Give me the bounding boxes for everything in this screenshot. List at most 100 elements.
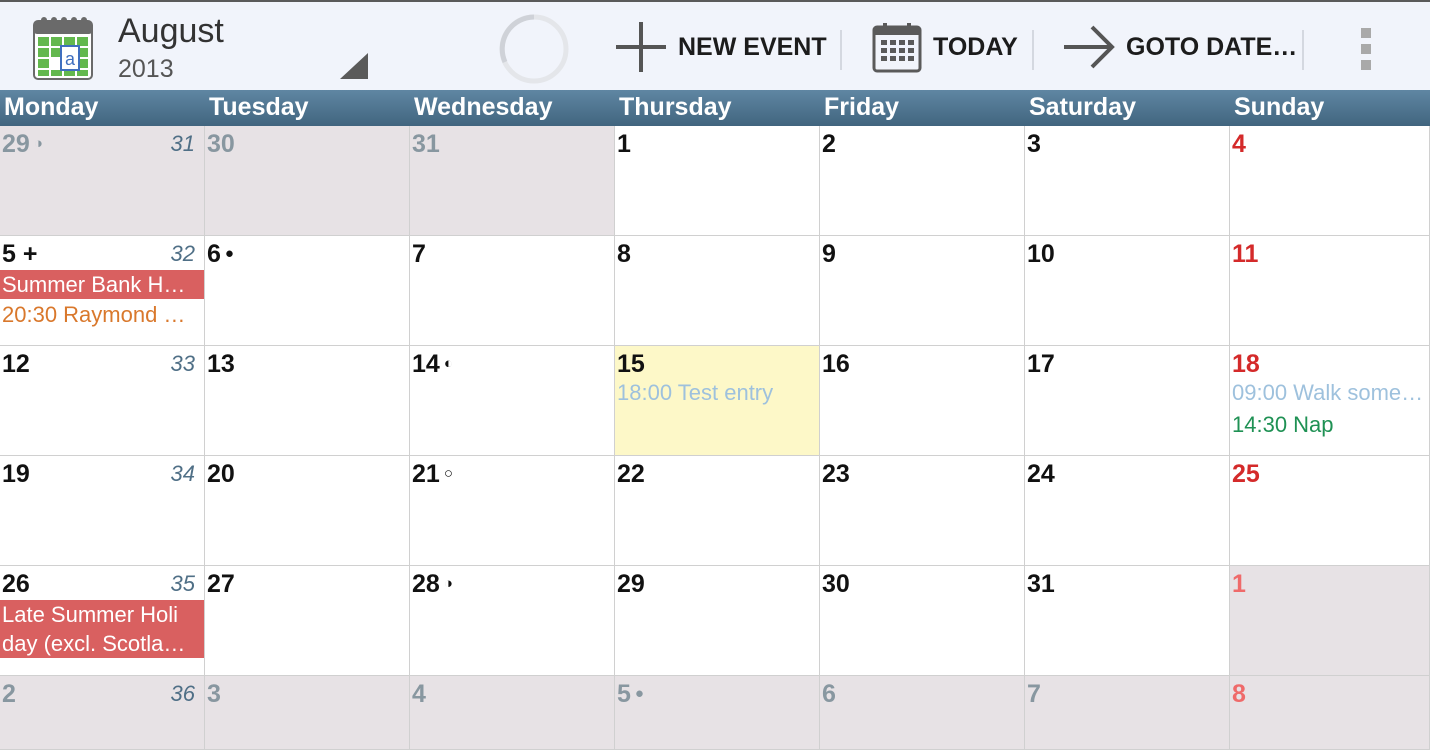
day-cell[interactable]: 8: [1230, 676, 1430, 750]
day-number: 1: [617, 130, 631, 158]
day-cell[interactable]: 25: [1230, 456, 1430, 566]
goto-date-button[interactable]: GOTO DATE…: [1062, 14, 1297, 80]
arrow-right-icon: [1064, 25, 1115, 69]
day-cell[interactable]: 23: [820, 456, 1025, 566]
holiday-event[interactable]: Late Summer Holi day (excl. Scotla…: [0, 600, 204, 658]
day-cell[interactable]: 4: [1230, 126, 1430, 236]
day-number: 6 ●: [207, 240, 234, 268]
day-number: 7: [1027, 680, 1041, 708]
day-cell[interactable]: 7: [410, 236, 615, 346]
day-number: 14 ◐: [412, 350, 453, 378]
action-bar: a August 2013 NEW EVENT TODAY GOTO DATE…: [0, 0, 1430, 90]
day-number: 3: [207, 680, 221, 708]
week-number: 31: [170, 131, 195, 156]
day-cell[interactable]: 4: [410, 676, 615, 750]
month-title[interactable]: August: [118, 12, 224, 51]
toolbar-divider: [840, 30, 842, 70]
weekday-label-friday: Friday: [824, 93, 900, 121]
day-number: 29 ◑: [2, 130, 43, 158]
day-cell[interactable]: 27: [205, 566, 410, 676]
day-cell[interactable]: 9: [820, 236, 1025, 346]
day-cell[interactable]: 6 ●: [205, 236, 410, 346]
day-cell[interactable]: 14 ◐: [410, 346, 615, 456]
day-cell[interactable]: 31: [1025, 566, 1230, 676]
day-cell[interactable]: 6: [820, 676, 1025, 750]
day-cell[interactable]: 3: [205, 676, 410, 750]
week-number: 32: [170, 241, 195, 266]
day-cell[interactable]: 8: [615, 236, 820, 346]
day-cell[interactable]: 1: [1230, 566, 1430, 676]
overflow-menu-icon[interactable]: [1352, 24, 1380, 74]
day-cell[interactable]: 30: [205, 126, 410, 236]
event-entry[interactable]: 14:30 Nap: [1232, 412, 1427, 438]
day-number: 30: [822, 570, 850, 598]
day-cell[interactable]: 30: [820, 566, 1025, 676]
toolbar-divider: [1032, 30, 1034, 70]
day-number: 12: [2, 350, 30, 378]
calendar-app-icon[interactable]: a: [32, 15, 94, 81]
today-button[interactable]: TODAY: [871, 14, 1018, 80]
day-cell[interactable]: 12 33: [0, 346, 205, 456]
moon-phase-icon: ◑: [443, 575, 453, 592]
day-cell[interactable]: 1: [615, 126, 820, 236]
moon-phase-icon: ○: [443, 465, 453, 482]
weekday-label-wednesday: Wednesday: [414, 93, 553, 121]
day-number: 31: [1027, 570, 1055, 598]
day-number: 8: [1232, 680, 1246, 708]
weekday-header: Monday Tuesday Wednesday Thursday Friday Satu…: [0, 90, 1430, 126]
day-number: 7: [412, 240, 426, 268]
holiday-event[interactable]: Summer Bank H…: [0, 270, 204, 299]
event-entry[interactable]: 18:00 Test entry: [617, 380, 817, 406]
moon-phase-icon: ●: [224, 245, 234, 262]
day-cell[interactable]: 10: [1025, 236, 1230, 346]
event-entry[interactable]: 09:00 Walk some…: [1232, 380, 1427, 406]
day-cell[interactable]: 13: [205, 346, 410, 456]
dropdown-triangle-icon[interactable]: [340, 53, 368, 79]
toolbar-divider: [1302, 30, 1304, 70]
day-number: 19: [2, 460, 30, 488]
day-cell[interactable]: 21 ○: [410, 456, 615, 566]
day-number: 17: [1027, 350, 1055, 378]
event-entry[interactable]: 20:30 Raymond …: [2, 302, 202, 328]
day-cell[interactable]: 7: [1025, 676, 1230, 750]
day-cell[interactable]: 15 18:00 Test entry: [615, 346, 820, 456]
day-cell[interactable]: 20: [205, 456, 410, 566]
day-cell[interactable]: 31: [410, 126, 615, 236]
day-number: 8: [617, 240, 631, 268]
day-cell[interactable]: 3: [1025, 126, 1230, 236]
day-cell[interactable]: 22: [615, 456, 820, 566]
day-number: 3: [1027, 130, 1041, 158]
week-number: 35: [170, 571, 195, 596]
day-cell[interactable]: 24: [1025, 456, 1230, 566]
day-cell[interactable]: 16: [820, 346, 1025, 456]
day-cell[interactable]: 2: [820, 126, 1025, 236]
day-number: 10: [1027, 240, 1055, 268]
day-cell[interactable]: 28 ◑: [410, 566, 615, 676]
day-number: 18: [1232, 350, 1260, 378]
moon-phase-icon: ◐: [443, 355, 453, 372]
day-cell[interactable]: 11: [1230, 236, 1430, 346]
day-cell[interactable]: 2 36: [0, 676, 205, 750]
day-number: 30: [207, 130, 235, 158]
calendar-grid-icon: [872, 23, 922, 73]
day-cell[interactable]: 29: [615, 566, 820, 676]
day-number: 31: [412, 130, 440, 158]
day-number: 11: [1232, 240, 1259, 268]
weekday-label-monday: Monday: [4, 93, 99, 121]
day-cell[interactable]: 18 09:00 Walk some… 14:30 Nap: [1230, 346, 1430, 456]
day-cell[interactable]: 26 35 Late Summer Holi day (excl. Scotla…: [0, 566, 205, 676]
day-cell[interactable]: 17: [1025, 346, 1230, 456]
new-event-button[interactable]: NEW EVENT: [614, 14, 827, 80]
day-cell[interactable]: 5 ●: [615, 676, 820, 750]
weekday-label-sunday: Sunday: [1234, 93, 1325, 121]
day-cell[interactable]: 29 ◑ 31: [0, 126, 205, 236]
year-title[interactable]: 2013: [118, 55, 174, 84]
day-number: 28 ◑: [412, 570, 453, 598]
day-number: 25: [1232, 460, 1260, 488]
new-event-label: NEW EVENT: [678, 32, 827, 61]
day-number: 22: [617, 460, 645, 488]
weekday-label-tuesday: Tuesday: [209, 93, 309, 121]
day-cell[interactable]: 5 + 32 Summer Bank H… 20:30 Raymond …: [0, 236, 205, 346]
day-number: 21 ○: [412, 460, 453, 488]
day-cell[interactable]: 19 34: [0, 456, 205, 566]
